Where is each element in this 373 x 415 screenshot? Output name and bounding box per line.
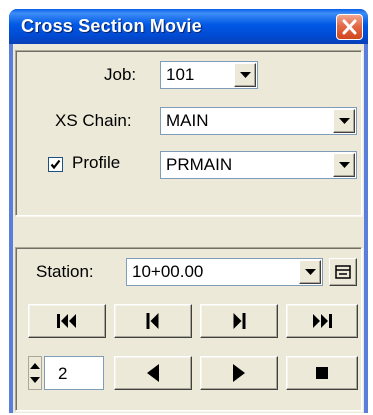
job-dropdown-button[interactable] bbox=[234, 63, 256, 87]
close-button[interactable] bbox=[336, 14, 363, 40]
profile-label: Profile bbox=[72, 153, 121, 172]
next-station-button[interactable] bbox=[200, 304, 278, 338]
profile-dropdown-button[interactable] bbox=[333, 153, 355, 177]
title-bar[interactable]: Cross Section Movie bbox=[9, 9, 368, 44]
chevron-down-icon bbox=[305, 269, 316, 275]
step-value: 2 bbox=[58, 364, 68, 383]
play-icon bbox=[233, 364, 245, 382]
xs-chain-dropdown[interactable]: MAIN bbox=[160, 107, 357, 135]
skip-to-first-icon bbox=[57, 314, 76, 328]
stop-button[interactable] bbox=[286, 356, 358, 390]
xs-chain-dropdown-button[interactable] bbox=[333, 109, 355, 133]
spinner-up-icon[interactable] bbox=[30, 363, 40, 369]
last-station-button[interactable] bbox=[286, 304, 358, 338]
xs-chain-value: MAIN bbox=[166, 111, 209, 130]
skip-to-last-icon bbox=[313, 314, 332, 328]
play-reverse-button[interactable] bbox=[114, 356, 192, 390]
previous-station-button[interactable] bbox=[114, 304, 192, 338]
xs-chain-label: XS Chain: bbox=[55, 111, 132, 130]
checkmark-icon bbox=[50, 159, 61, 170]
cross-section-movie-window: Cross Section Movie Job: 101 XS Chain: M… bbox=[9, 9, 368, 413]
job-label: Job: bbox=[104, 65, 137, 84]
settings-panel: Job: 101 XS Chain: MAIN Profile PRMAIN bbox=[15, 50, 362, 216]
playback-panel: Station: 10+00.00 2 bbox=[15, 247, 362, 411]
job-dropdown[interactable]: 101 bbox=[160, 61, 258, 89]
job-value: 101 bbox=[166, 65, 195, 84]
chevron-down-icon bbox=[339, 162, 350, 168]
spinner-down-icon[interactable] bbox=[30, 377, 40, 383]
station-label: Station: bbox=[36, 262, 94, 281]
profile-value: PRMAIN bbox=[166, 155, 233, 174]
list-picker-icon bbox=[335, 265, 351, 279]
window-title: Cross Section Movie bbox=[21, 16, 202, 36]
chevron-down-icon bbox=[339, 118, 350, 124]
stop-icon bbox=[316, 367, 328, 379]
station-picker-button[interactable] bbox=[329, 258, 357, 286]
profile-dropdown[interactable]: PRMAIN bbox=[160, 151, 357, 179]
step-spinner[interactable] bbox=[28, 356, 42, 390]
chevron-down-icon bbox=[240, 72, 251, 78]
dialog-client-area: Job: 101 XS Chain: MAIN Profile PRMAIN S… bbox=[13, 44, 364, 413]
first-station-button[interactable] bbox=[28, 304, 106, 338]
step-input[interactable]: 2 bbox=[44, 356, 104, 390]
close-icon bbox=[342, 19, 357, 35]
station-value: 10+00.00 bbox=[132, 262, 204, 281]
station-dropdown-button[interactable] bbox=[299, 260, 321, 284]
play-button[interactable] bbox=[200, 356, 278, 390]
step-forward-icon bbox=[233, 313, 246, 329]
profile-checkbox[interactable] bbox=[48, 157, 63, 172]
play-reverse-icon bbox=[147, 364, 159, 382]
station-dropdown[interactable]: 10+00.00 bbox=[126, 258, 323, 286]
step-back-icon bbox=[146, 313, 159, 329]
